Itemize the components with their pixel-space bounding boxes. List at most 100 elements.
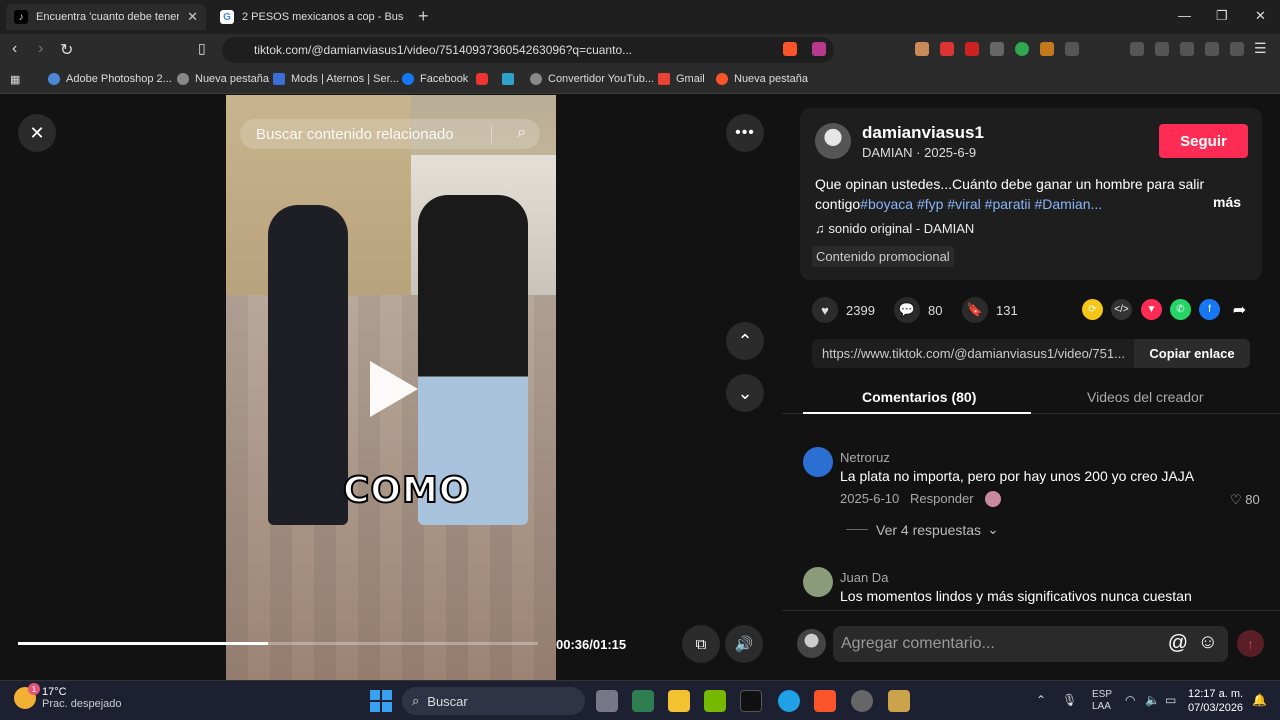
- send-icon[interactable]: ▼: [1141, 299, 1162, 320]
- bookmark-converter[interactable]: Convertidor YouTub...: [530, 73, 654, 85]
- address-bar[interactable]: tiktok.com/@damianviasus1/video/75140937…: [222, 37, 834, 63]
- brave-rewards-icon[interactable]: [812, 42, 826, 56]
- reply-button[interactable]: Responder: [910, 491, 974, 506]
- extension-icon[interactable]: [940, 42, 954, 56]
- comment-button[interactable]: 💬 80: [894, 297, 942, 323]
- copy-link-button[interactable]: Copiar enlace: [1134, 339, 1250, 368]
- brave-shield-icon[interactable]: [783, 42, 797, 56]
- bookmark-facebook[interactable]: Facebook: [402, 73, 468, 85]
- tab-creator-videos[interactable]: Videos del creador: [1087, 389, 1203, 405]
- taskbar-search[interactable]: ⌕ Buscar: [402, 687, 585, 715]
- brave-icon[interactable]: [814, 690, 836, 712]
- vpn-icon[interactable]: [1230, 42, 1244, 56]
- bookmark-icon[interactable]: ▯: [198, 40, 206, 57]
- speaker-icon[interactable]: 🔈: [1145, 693, 1160, 707]
- related-search-input[interactable]: Buscar contenido relacionado ⌕: [240, 119, 540, 149]
- emoji-icon[interactable]: ☺: [1198, 631, 1218, 654]
- app-icon[interactable]: [632, 690, 654, 712]
- view-replies-button[interactable]: Ver 4 respuestas ⌄: [846, 521, 999, 538]
- hashtags[interactable]: #boyaca #fyp #viral #paratii #Damian...: [860, 196, 1102, 212]
- wallet-icon[interactable]: [1180, 42, 1194, 56]
- chrome-icon[interactable]: [851, 690, 873, 712]
- comment-username[interactable]: Netroruz: [840, 450, 890, 465]
- next-video-button[interactable]: ⌄: [726, 374, 764, 412]
- weather-widget[interactable]: 1 17°C Prac. despejado: [14, 683, 122, 710]
- mention-icon[interactable]: @: [1168, 632, 1188, 655]
- menu-icon[interactable]: ☰: [1254, 40, 1267, 57]
- bookmark-aternos[interactable]: Mods | Aternos | Ser...: [273, 73, 399, 85]
- facebook-icon[interactable]: f: [1199, 299, 1220, 320]
- sound-link[interactable]: ♫ sonido original - DAMIAN: [815, 221, 974, 236]
- previous-video-button[interactable]: ⌃: [726, 322, 764, 360]
- notifications-icon[interactable]: 🔔: [1252, 693, 1267, 707]
- more-link[interactable]: más: [1213, 194, 1241, 210]
- username[interactable]: damianviasus1: [862, 123, 984, 143]
- extension-icon[interactable]: [990, 42, 1004, 56]
- repost-icon[interactable]: ⟳: [1082, 299, 1103, 320]
- music-icon[interactable]: [1130, 42, 1144, 56]
- microphone-icon[interactable]: 🎙: [1062, 693, 1077, 707]
- post-comment-button[interactable]: ↑: [1237, 630, 1264, 657]
- sidebar-icon[interactable]: [1155, 42, 1169, 56]
- pip-button[interactable]: ⧉: [682, 625, 720, 663]
- more-options-button[interactable]: •••: [726, 114, 764, 152]
- whatsapp-icon[interactable]: ✆: [1170, 299, 1191, 320]
- tab-google[interactable]: G 2 PESOS mexicanos a cop - Buscar co: [212, 4, 412, 30]
- comment-date: 2025-6-10: [840, 491, 900, 506]
- avatar[interactable]: [803, 447, 833, 477]
- apps-icon[interactable]: ▦: [10, 73, 20, 86]
- save-count: 131: [996, 302, 1018, 318]
- extension-icon[interactable]: [915, 42, 929, 56]
- extension-icon[interactable]: [965, 42, 979, 56]
- new-tab-icon[interactable]: +: [418, 6, 429, 27]
- capcut-icon[interactable]: [740, 690, 762, 712]
- comment-input[interactable]: Agregar comentario... @ ☺: [833, 626, 1228, 662]
- bookmark-youtube[interactable]: [476, 73, 494, 85]
- comment-like-button[interactable]: ♡ 80: [1230, 492, 1260, 508]
- clock[interactable]: 12:17 a. m. 07/03/2026: [1188, 687, 1243, 715]
- embed-icon[interactable]: </>: [1111, 299, 1132, 320]
- bookmark-photoshop[interactable]: Adobe Photoshop 2...: [48, 73, 172, 85]
- reload-icon[interactable]: ↻: [60, 40, 73, 60]
- close-window-icon[interactable]: ✕: [1255, 8, 1266, 24]
- extension-icon[interactable]: [1040, 42, 1054, 56]
- puzzle-icon[interactable]: [1065, 42, 1079, 56]
- file-explorer-icon[interactable]: [668, 690, 690, 712]
- nvidia-icon[interactable]: [704, 690, 726, 712]
- search-icon[interactable]: ⌕: [517, 124, 526, 142]
- close-video-button[interactable]: ✕: [18, 114, 56, 152]
- tray-chevron-icon[interactable]: ⌃: [1036, 693, 1046, 707]
- start-button[interactable]: [370, 690, 392, 712]
- bookmark-new-tab-2[interactable]: Nueva pestaña: [716, 73, 808, 85]
- extension-icon[interactable]: [1015, 42, 1029, 56]
- close-tab-icon[interactable]: ✕: [187, 9, 198, 25]
- like-button[interactable]: ♥ 2399: [812, 297, 875, 323]
- save-button[interactable]: 🔖 131: [962, 297, 1018, 323]
- minimize-icon[interactable]: —: [1178, 8, 1191, 23]
- battery-icon[interactable]: ▭: [1165, 693, 1176, 707]
- avatar[interactable]: [815, 123, 851, 159]
- back-icon[interactable]: ‹: [12, 40, 17, 58]
- tab-tiktok[interactable]: ♪ Encuentra 'cuanto debe tener un ✕: [6, 4, 206, 30]
- language-indicator[interactable]: ESP LAA: [1092, 689, 1112, 713]
- follow-button[interactable]: Seguir: [1159, 124, 1248, 158]
- task-view-icon[interactable]: [596, 690, 618, 712]
- share-link[interactable]: https://www.tiktok.com/@damianviasus1/vi…: [822, 346, 1134, 361]
- wifi-icon[interactable]: ◠: [1125, 693, 1135, 707]
- video-progress-bar[interactable]: [18, 642, 538, 645]
- letter-l-icon: [502, 73, 514, 85]
- comment-username[interactable]: Juan Da: [840, 570, 888, 585]
- bookmark-l[interactable]: [502, 73, 520, 85]
- forward-icon[interactable]: ›: [38, 40, 43, 58]
- maximize-icon[interactable]: ❐: [1216, 8, 1228, 24]
- avatar[interactable]: [803, 567, 833, 597]
- volume-button[interactable]: 🔊: [725, 625, 763, 663]
- play-icon[interactable]: [370, 361, 418, 417]
- share-icon[interactable]: ➦: [1229, 299, 1250, 320]
- bookmark-new-tab[interactable]: Nueva pestaña: [177, 73, 269, 85]
- tab-comments[interactable]: Comentarios (80): [862, 389, 976, 405]
- edge-icon[interactable]: [778, 690, 800, 712]
- bookmark-gmail[interactable]: Gmail: [658, 73, 705, 85]
- app-icon[interactable]: [888, 690, 910, 712]
- leo-icon[interactable]: [1205, 42, 1219, 56]
